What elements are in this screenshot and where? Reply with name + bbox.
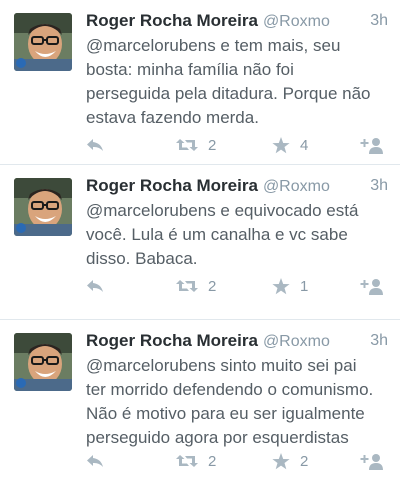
favorite-button[interactable]: 2 — [272, 450, 308, 472]
avatar[interactable] — [14, 13, 72, 71]
tweet-text-line: Não é motivo para eu ser igualmente — [86, 404, 365, 423]
tweet-text-line: perseguida pela ditadura. Porque não — [86, 84, 371, 103]
follow-icon — [360, 453, 383, 470]
follow-button[interactable] — [360, 450, 384, 472]
tweet[interactable]: Roger Rocha Moreira @Roxmo 3h @marcelorub… — [0, 320, 400, 477]
display-name[interactable]: Roger Rocha Moreira — [86, 176, 258, 195]
user-handle[interactable]: @Roxmo — [263, 178, 330, 195]
tweet-text-line: @marcelorubens e tem mais, seu — [86, 36, 341, 55]
timestamp[interactable]: 3h — [370, 174, 388, 198]
follow-button[interactable] — [360, 134, 384, 156]
tweet-text-line: ter morrido defendendo o comunismo. — [86, 380, 374, 399]
tweet-actions: 2 1 — [86, 275, 384, 297]
tweet-text: @marcelorubens sinto muito sei pai ter m… — [86, 354, 394, 450]
favorite-count: 1 — [300, 277, 309, 295]
tweet-actions: 2 4 — [86, 134, 384, 156]
avatar[interactable] — [14, 333, 72, 391]
reply-button[interactable] — [86, 275, 104, 297]
favorite-button[interactable]: 4 — [272, 134, 308, 156]
favorite-count: 4 — [300, 136, 309, 154]
retweet-button[interactable]: 2 — [176, 450, 216, 472]
star-icon — [272, 136, 290, 153]
star-icon — [272, 452, 290, 469]
tweet[interactable]: Roger Rocha Moreira @Roxmo 3h @marcelorub… — [0, 165, 400, 320]
favorite-button[interactable]: 1 — [272, 275, 308, 297]
tweet-text: @marcelorubens e equivocado está você. L… — [86, 199, 394, 271]
retweet-count: 2 — [208, 136, 217, 154]
retweet-count: 2 — [208, 277, 217, 295]
display-name[interactable]: Roger Rocha Moreira — [86, 331, 258, 350]
tweet-header: Roger Rocha Moreira @Roxmo 3h — [86, 9, 388, 33]
follow-icon — [360, 137, 383, 154]
tweet-text-line: perseguido agora por esquerdistas — [86, 428, 349, 447]
timestamp[interactable]: 3h — [370, 329, 388, 353]
tweet-text-line: bosta: minha família não foi — [86, 60, 294, 79]
reply-icon — [87, 139, 103, 151]
tweet[interactable]: Roger Rocha Moreira @Roxmo 3h @marcelorub… — [0, 0, 400, 165]
user-handle[interactable]: @Roxmo — [263, 333, 330, 350]
avatar[interactable] — [14, 178, 72, 236]
timestamp[interactable]: 3h — [370, 9, 388, 33]
user-handle[interactable]: @Roxmo — [263, 13, 330, 30]
display-name[interactable]: Roger Rocha Moreira — [86, 11, 258, 30]
tweet-actions: 2 2 — [86, 450, 384, 472]
retweet-icon — [176, 139, 198, 151]
tweet-text-line: você. Lula é um canalha e vc sabe — [86, 225, 348, 244]
star-icon — [272, 277, 290, 294]
tweet-text-line: estava fazendo merda. — [86, 108, 259, 127]
retweet-icon — [176, 280, 198, 292]
retweet-button[interactable]: 2 — [176, 134, 216, 156]
favorite-count: 2 — [300, 452, 309, 470]
tweet-text-line: @marcelorubens sinto muito sei pai — [86, 356, 357, 375]
timeline: Roger Rocha Moreira @Roxmo 3h @marcelorub… — [0, 0, 400, 477]
retweet-icon — [176, 455, 198, 467]
tweet-text-line: @marcelorubens e equivocado está — [86, 201, 359, 220]
follow-button[interactable] — [360, 275, 384, 297]
reply-icon — [87, 455, 103, 467]
reply-icon — [87, 280, 103, 292]
tweet-header: Roger Rocha Moreira @Roxmo 3h — [86, 174, 388, 198]
reply-button[interactable] — [86, 450, 104, 472]
retweet-count: 2 — [208, 452, 217, 470]
tweet-text-line: disso. Babaca. — [86, 249, 198, 268]
follow-icon — [360, 278, 383, 295]
retweet-button[interactable]: 2 — [176, 275, 216, 297]
reply-button[interactable] — [86, 134, 104, 156]
tweet-header: Roger Rocha Moreira @Roxmo 3h — [86, 329, 388, 353]
tweet-text: @marcelorubens e tem mais, seu bosta: mi… — [86, 34, 394, 130]
